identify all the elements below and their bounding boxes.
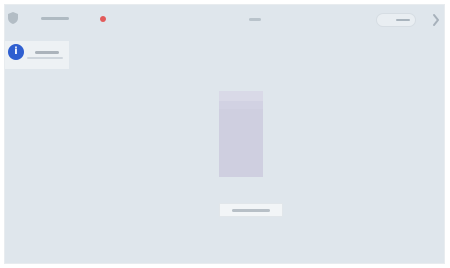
chevron-right-icon[interactable]	[431, 11, 441, 29]
toolbar-pill-placeholder	[396, 19, 410, 21]
status-dot	[100, 16, 106, 22]
app-window: i	[4, 4, 445, 264]
info-icon[interactable]: i	[8, 44, 24, 60]
left-row-sub-placeholder	[27, 57, 63, 59]
action-button[interactable]	[219, 203, 283, 217]
toolbar-label-placeholder	[41, 17, 69, 20]
card-subheader-block	[219, 101, 263, 109]
card-header-block	[219, 91, 263, 101]
left-row-label-placeholder	[35, 51, 59, 54]
shield-icon[interactable]	[7, 11, 19, 25]
action-button-label-placeholder	[232, 209, 270, 212]
toolbar-center-placeholder	[249, 18, 261, 21]
main-card-placeholder	[219, 91, 263, 177]
top-toolbar	[5, 5, 444, 33]
